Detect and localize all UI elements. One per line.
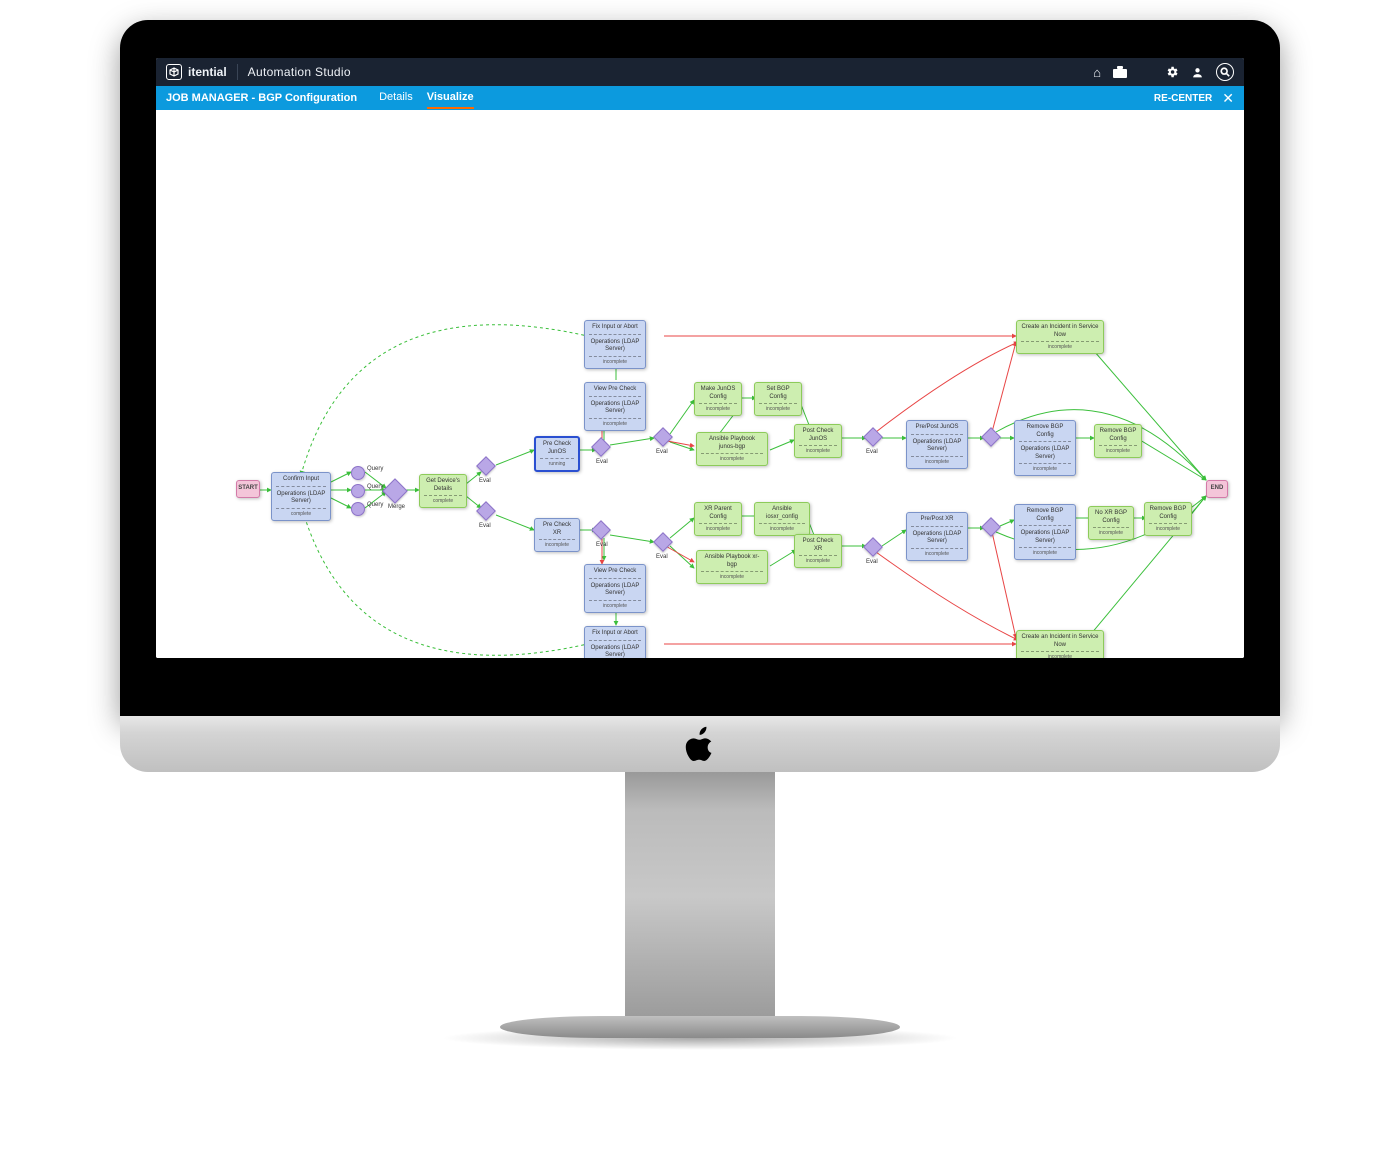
imac-foot [500, 1016, 900, 1038]
eval-label: Eval [866, 449, 878, 455]
node-fix-abort-top[interactable]: Fix Input or Abort Operations (LDAP Serv… [584, 320, 646, 369]
eval-label: Eval [866, 559, 878, 565]
sub-header: JOB MANAGER - BGP Configuration Details … [156, 86, 1244, 110]
brand-name: itential [188, 65, 227, 79]
node-remove-bgp-green-bot[interactable]: Remove BGP Configincomplete [1144, 502, 1192, 536]
query-label: Query [367, 502, 383, 508]
apple-logo-icon [685, 726, 715, 762]
eval-label: Eval [479, 523, 491, 529]
merge-label: Merge [388, 504, 405, 510]
node-ansible-iosxr-cfg[interactable]: Ansible iosxr_configincomplete [754, 502, 810, 536]
node-make-junos[interactable]: Make JunOS Configincomplete [694, 382, 742, 416]
node-remove-bgp-green-top[interactable]: Remove BGP Configincomplete [1094, 424, 1142, 458]
node-confirm-input[interactable]: Confirm Input Operations (LDAP Server) c… [271, 472, 331, 521]
node-remove-bgp-bot[interactable]: Remove BGP Config Operations (LDAP Serve… [1014, 504, 1076, 560]
query-node-3[interactable] [351, 502, 365, 516]
tab-visualize[interactable]: Visualize [427, 87, 474, 109]
apps-grid-icon[interactable] [1139, 65, 1153, 79]
app-header: itential Automation Studio ⌂ [156, 58, 1244, 86]
node-post-xr[interactable]: Post Check XRincomplete [794, 534, 842, 568]
eval-label: Eval [656, 554, 668, 560]
divider [237, 64, 238, 80]
query-node-2[interactable] [351, 484, 365, 498]
node-fix-abort-bot[interactable]: Fix Input or Abort Operations (LDAP Serv… [584, 626, 646, 658]
end-node[interactable]: END [1206, 480, 1228, 498]
node-remove-bgp-top[interactable]: Remove BGP Config Operations (LDAP Serve… [1014, 420, 1076, 476]
imac-stand [625, 772, 775, 1022]
briefcase-icon[interactable] [1113, 66, 1127, 78]
close-icon[interactable]: ✕ [1222, 90, 1234, 107]
gear-icon[interactable] [1165, 65, 1179, 79]
query-label: Query [367, 466, 383, 472]
brand-logo [166, 64, 182, 80]
node-set-bgp[interactable]: Set BGP Configincomplete [754, 382, 802, 416]
search-icon[interactable] [1216, 63, 1234, 81]
node-prepost-xr[interactable]: Pre/Post XR Operations (LDAP Server) inc… [906, 512, 968, 561]
node-view-precheck-bot[interactable]: View Pre Check Operations (LDAP Server) … [584, 564, 646, 613]
query-label: Query [367, 484, 383, 490]
node-precheck-junos[interactable]: Pre Check JunOS running [534, 436, 580, 472]
node-precheck-xr[interactable]: Pre Check XR incomplete [534, 518, 580, 552]
eval-label: Eval [596, 542, 608, 548]
home-icon[interactable]: ⌂ [1093, 65, 1101, 80]
node-xr-parent[interactable]: XR Parent Configincomplete [694, 502, 742, 536]
node-no-xr-bgp[interactable]: No XR BGP Configincomplete [1088, 506, 1134, 540]
eval-label: Eval [479, 478, 491, 484]
node-prepost-junos[interactable]: Pre/Post JunOS Operations (LDAP Server) … [906, 420, 968, 469]
node-ansible-xr[interactable]: Ansible Playbook xr-bgpincomplete [696, 550, 768, 584]
app-title: Automation Studio [248, 65, 351, 79]
query-node-1[interactable] [351, 466, 365, 480]
node-incident-top[interactable]: Create an Incident in Service Nowincompl… [1016, 320, 1104, 354]
node-view-precheck-top[interactable]: View Pre Check Operations (LDAP Server) … [584, 382, 646, 431]
user-icon[interactable] [1191, 66, 1204, 79]
workflow-canvas[interactable]: START END Confirm Input Operations (LDAP… [156, 110, 1244, 658]
recenter-button[interactable]: RE-CENTER [1154, 93, 1212, 104]
page-title: JOB MANAGER - BGP Configuration [166, 92, 357, 104]
app-screen: itential Automation Studio ⌂ [156, 58, 1244, 658]
node-ansible-junos[interactable]: Ansible Playbook junos-bgpincomplete [696, 432, 768, 466]
node-incident-bot[interactable]: Create an Incident in Service Nowincompl… [1016, 630, 1104, 658]
tab-details[interactable]: Details [379, 87, 413, 109]
imac-chin [120, 716, 1280, 772]
eval-label: Eval [656, 449, 668, 455]
node-get-device[interactable]: Get Device's Details complete [419, 474, 467, 508]
start-node[interactable]: START [236, 480, 260, 498]
eval-label: Eval [596, 459, 608, 465]
node-post-junos[interactable]: Post Check JunOSincomplete [794, 424, 842, 458]
